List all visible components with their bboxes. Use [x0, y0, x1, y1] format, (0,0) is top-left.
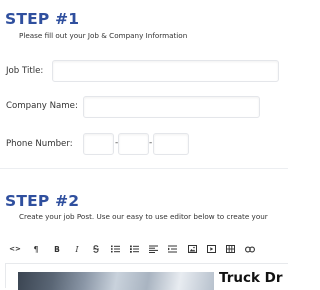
- job-title-input[interactable]: [52, 60, 279, 82]
- bold-button[interactable]: B: [50, 242, 64, 256]
- section-divider: [0, 168, 288, 169]
- image-icon: [187, 245, 197, 253]
- phone-number-label: Phone Number:: [6, 139, 73, 149]
- step2-title: STEP #2: [5, 192, 80, 210]
- code-view-button[interactable]: <>: [8, 242, 22, 256]
- company-name-label: Company Name:: [6, 101, 78, 111]
- insert-link-button[interactable]: [243, 242, 257, 256]
- strikethrough-button[interactable]: [89, 242, 103, 256]
- bullet-list-button[interactable]: [108, 242, 122, 256]
- phone-prefix-input[interactable]: [118, 133, 149, 155]
- phone-separator: -: [149, 138, 153, 148]
- paragraph-icon: ¶: [33, 244, 39, 254]
- insert-video-button[interactable]: [204, 242, 218, 256]
- paragraph-button[interactable]: ¶: [29, 242, 43, 256]
- numbered-list-icon: [129, 245, 139, 253]
- italic-icon: I: [75, 244, 79, 254]
- job-title-label: Job Title:: [6, 66, 44, 76]
- video-icon: [206, 245, 216, 253]
- numbered-list-button[interactable]: [127, 242, 141, 256]
- italic-button[interactable]: I: [70, 242, 84, 256]
- indent-button[interactable]: [165, 242, 179, 256]
- step1-title: STEP #1: [5, 10, 80, 28]
- editor-content-heading: Truck Dr: [219, 270, 283, 286]
- indent-icon: [167, 245, 177, 253]
- bullet-list-icon: [110, 245, 120, 253]
- editor-toolbar: <> ¶ B I: [5, 237, 288, 264]
- step2-subtitle: Create your job Post. Use our easy to us…: [19, 212, 268, 221]
- link-icon: [245, 246, 255, 252]
- bold-icon: B: [54, 244, 60, 254]
- company-name-input[interactable]: [83, 96, 260, 118]
- phone-line-input[interactable]: [153, 133, 189, 155]
- code-view-icon: <>: [9, 245, 21, 253]
- phone-area-code-input[interactable]: [83, 133, 114, 155]
- strikethrough-icon: [93, 245, 99, 253]
- table-icon: [225, 245, 235, 253]
- align-icon: [148, 245, 158, 253]
- insert-image-button[interactable]: [185, 242, 199, 256]
- step1-subtitle: Please fill out your Job & Company Infor…: [19, 31, 188, 40]
- editor-content-image: [18, 272, 214, 290]
- align-button[interactable]: [146, 242, 160, 256]
- insert-table-button[interactable]: [223, 242, 237, 256]
